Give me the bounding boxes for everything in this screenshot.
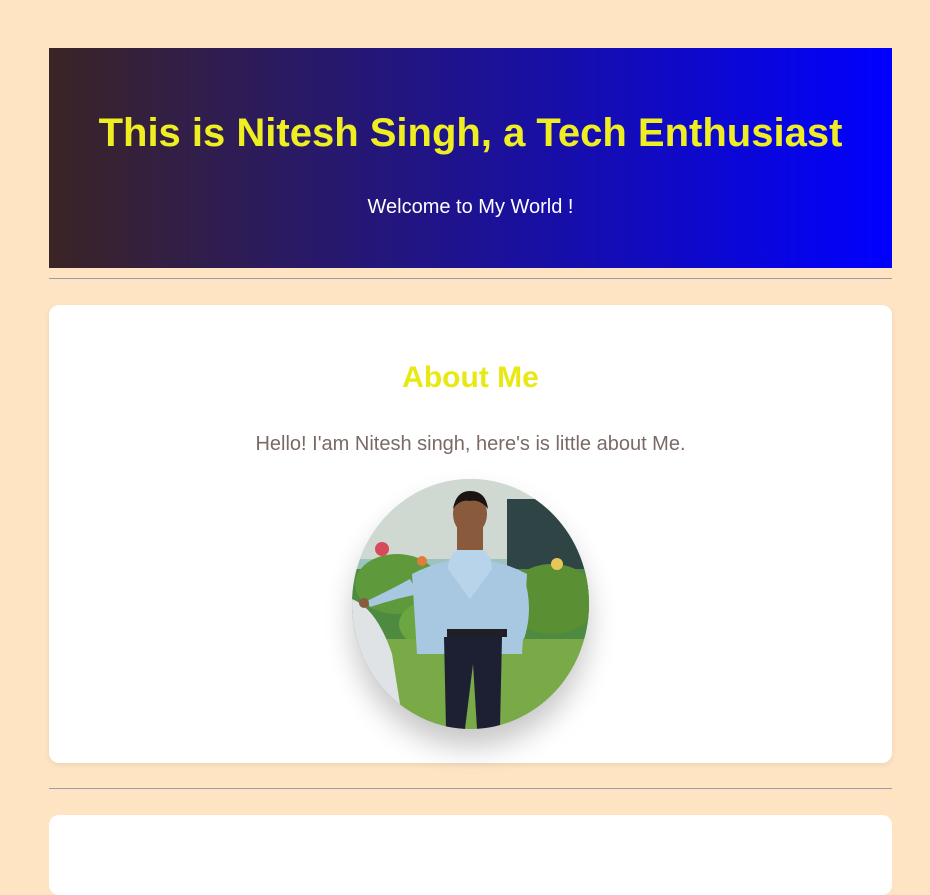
hero-subtitle: Welcome to My World ! — [367, 196, 574, 218]
next-card — [49, 815, 892, 895]
section-divider — [49, 788, 892, 789]
hero-banner: This is Nitesh Singh, a Tech Enthusiast … — [49, 48, 892, 268]
section-divider — [49, 278, 892, 279]
about-heading: About Me — [402, 361, 539, 394]
profile-photo — [352, 479, 589, 729]
about-card: About Me Hello! I'am Nitesh singh, here'… — [49, 305, 892, 763]
hero-title: This is Nitesh Singh, a Tech Enthusiast — [98, 111, 843, 155]
about-text: Hello! I'am Nitesh singh, here's is litt… — [255, 433, 686, 455]
profile-photo-image — [352, 479, 589, 729]
